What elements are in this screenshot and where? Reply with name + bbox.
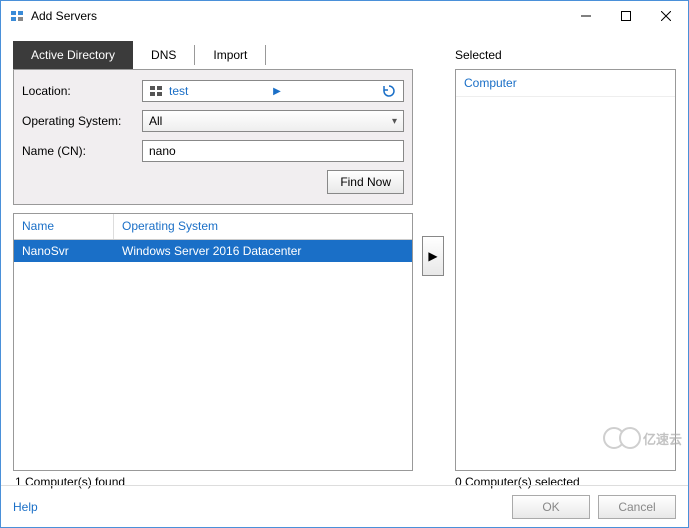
- result-row[interactable]: NanoSvr Windows Server 2016 Datacenter: [14, 240, 412, 262]
- tab-import[interactable]: Import: [195, 41, 265, 69]
- ou-icon: [149, 84, 163, 98]
- os-value: All: [149, 114, 162, 128]
- cancel-button[interactable]: Cancel: [598, 495, 676, 519]
- os-label: Operating System:: [22, 114, 142, 128]
- column-header-name[interactable]: Name: [14, 214, 114, 239]
- location-value: test: [169, 84, 269, 98]
- os-select[interactable]: All ▾: [142, 110, 404, 132]
- app-icon: [9, 8, 25, 24]
- selected-list: Computer: [455, 69, 676, 471]
- add-to-selected-button[interactable]: ▶: [422, 236, 444, 276]
- find-now-button[interactable]: Find Now: [327, 170, 404, 194]
- chevron-right-icon: ▶: [273, 86, 281, 97]
- window-title: Add Servers: [31, 9, 566, 23]
- tab-bar: Active Directory DNS Import: [13, 41, 413, 69]
- minimize-button[interactable]: [566, 2, 606, 30]
- column-header-os[interactable]: Operating System: [114, 214, 412, 239]
- results-list: Name Operating System NanoSvr Windows Se…: [13, 213, 413, 471]
- filter-panel: Location: test ▶ Operating System: All ▾…: [13, 69, 413, 205]
- result-os: Windows Server 2016 Datacenter: [114, 244, 412, 258]
- tab-dns[interactable]: DNS: [133, 41, 194, 69]
- ok-button[interactable]: OK: [512, 495, 590, 519]
- tab-separator: [265, 45, 266, 65]
- name-label: Name (CN):: [22, 144, 142, 158]
- watermark: 亿速云: [603, 427, 682, 449]
- location-label: Location:: [22, 84, 142, 98]
- refresh-icon[interactable]: [381, 83, 397, 99]
- arrow-right-icon: ▶: [428, 249, 437, 263]
- location-field[interactable]: test ▶: [142, 80, 404, 102]
- tab-active-directory[interactable]: Active Directory: [13, 41, 133, 69]
- column-header-computer[interactable]: Computer: [456, 70, 675, 97]
- help-link[interactable]: Help: [13, 500, 38, 514]
- result-name: NanoSvr: [14, 244, 114, 258]
- close-button[interactable]: [646, 2, 686, 30]
- chevron-down-icon: ▾: [392, 116, 397, 127]
- name-input[interactable]: [142, 140, 404, 162]
- watermark-text: 亿速云: [643, 429, 682, 448]
- title-bar: Add Servers: [1, 1, 688, 31]
- selected-label: Selected: [455, 41, 676, 69]
- maximize-button[interactable]: [606, 2, 646, 30]
